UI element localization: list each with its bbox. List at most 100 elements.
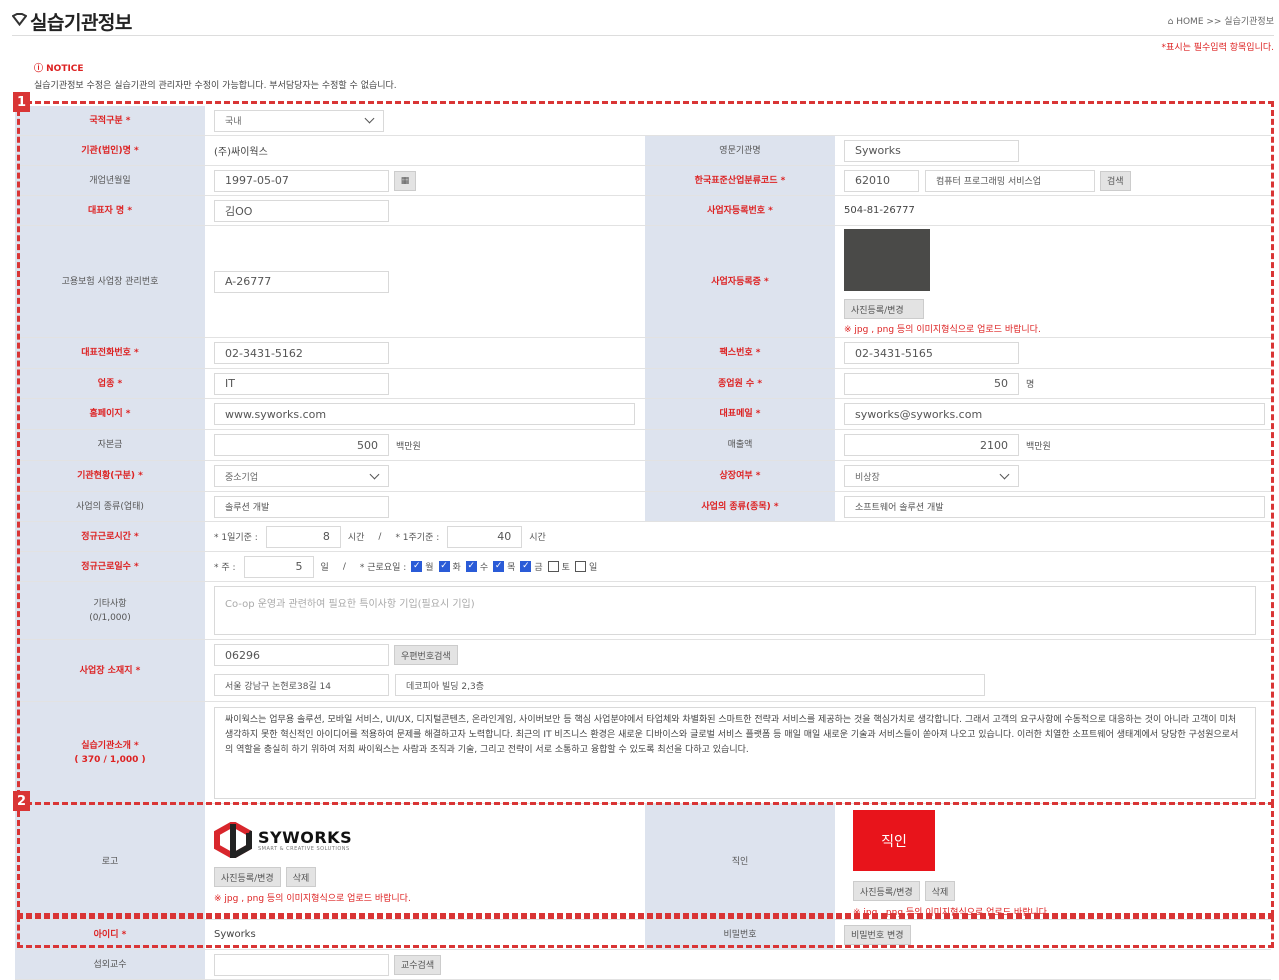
week-days-input[interactable]: 5 (243, 555, 314, 578)
employees-cell: 50 명 (835, 369, 1271, 399)
seal-cell: 직인 사진등록/변경 삭제 ※ jpg , png 등의 이미지형식으로 업로드… (835, 804, 1271, 920)
org-status-select[interactable]: 중소기업 (214, 465, 389, 487)
checkbox-sun[interactable] (574, 561, 586, 572)
page-header: 실습기관정보 ⌂ HOME >> 실습기관정보 (12, 6, 1274, 36)
daily-hours-label: * 1일기준 : (214, 533, 258, 543)
biz-category-cell: 솔루션 개발 (205, 492, 645, 522)
intro-textarea[interactable]: 싸이웍스는 업무용 솔루션, 모바일 서비스, UI/UX, 디지털콘텐츠, 온… (214, 706, 1256, 799)
weekly-hours-label: * 1주기준 : (395, 533, 440, 543)
etc-cell: Co-op 운영과 관련하여 필요한 특이사항 기입(필요시 기입) (205, 582, 1271, 640)
address-input[interactable]: 서울 강남구 논현로38길 14 (214, 674, 389, 696)
insurance-no-input[interactable]: A-26777 (214, 270, 389, 293)
label-seal: 직인 (645, 804, 835, 920)
checkbox-mon[interactable] (411, 561, 423, 572)
ceo-input[interactable]: 김OO (214, 199, 389, 222)
label-business-type: 업종 * (15, 369, 205, 399)
fax-input[interactable]: 02-3431-5165 (844, 342, 1019, 364)
logo-text: SYWORKS (258, 827, 353, 847)
capital-cell: 500 백만원 (205, 430, 645, 461)
checkbox-fri[interactable] (520, 561, 532, 572)
label-fax: 팩스번호 * (645, 338, 835, 369)
homepage-input[interactable]: www.syworks.com (214, 403, 635, 425)
biz-cert-cell: 사진등록/변경 ※ jpg , png 등의 이미지형식으로 업로드 바랍니다. (835, 226, 1271, 338)
label-org-status: 기관현황(구분) * (15, 461, 205, 492)
workday-label: * 근로요일 : (359, 563, 407, 573)
biz-cert-image (844, 229, 930, 291)
capital-unit: 백만원 (396, 441, 421, 452)
label-biz-cert: 사업자등록증 * (645, 226, 835, 338)
business-type-input[interactable]: IT (214, 372, 389, 395)
logo-upload-button[interactable]: 사진등록/변경 (214, 867, 281, 887)
biz-category-input[interactable]: 솔루션 개발 (214, 495, 389, 518)
work-hours-cell: * 1일기준 : 8 시간 / * 1주기준 : 40 시간 (205, 522, 1271, 552)
eng-name-cell: Syworks (835, 136, 1271, 166)
daily-hours-input[interactable]: 8 (265, 525, 341, 548)
required-note: *표시는 필수입력 항목입니다. (1161, 43, 1274, 53)
logo-delete-button[interactable]: 삭제 (285, 867, 317, 887)
weekly-hours-unit: 시간 (529, 533, 546, 543)
employees-input[interactable]: 50 (844, 372, 1019, 395)
address-detail-input[interactable]: 데코피아 빌딩 2,3층 (395, 674, 985, 696)
etc-textarea[interactable]: Co-op 운영과 관련하여 필요한 특이사항 기입(필요시 기입) (214, 586, 1256, 635)
org-name-value: (주)싸이웍스 (214, 147, 268, 158)
professor-input[interactable] (214, 953, 389, 976)
notice-text: 실습기관정보 수정은 실습기관의 관리자만 수정이 가능합니다. 부서담당자는 … (34, 81, 397, 91)
seal-image: 직인 (853, 810, 935, 871)
checkbox-sat[interactable] (547, 561, 559, 572)
annotation-marker-2: 2 (13, 791, 30, 811)
biz-cert-upload-button[interactable]: 사진등록/변경 (844, 299, 924, 319)
label-work-hours: 정규근로시간 * (15, 522, 205, 552)
notice-title: ⓘ NOTICE (34, 64, 84, 74)
checkbox-thu[interactable] (493, 561, 505, 572)
password-change-button[interactable]: 비밀번호 변경 (844, 924, 911, 945)
annotation-marker-1: 1 (13, 92, 30, 112)
homepage-cell: www.syworks.com (205, 399, 645, 430)
founded-date-input[interactable]: 1997-05-07 (214, 169, 389, 192)
weekly-hours-input[interactable]: 40 (447, 525, 523, 548)
sales-input[interactable]: 2100 (844, 434, 1019, 456)
zip-search-button[interactable]: 우편번호검색 (394, 645, 458, 665)
zip-input[interactable]: 06296 (214, 644, 389, 666)
eng-name-input[interactable]: Syworks (844, 139, 1019, 162)
sales-cell: 2100 백만원 (835, 430, 1271, 461)
sales-unit: 백만원 (1026, 441, 1051, 452)
label-biz-category: 사업의 종류(업태) (15, 492, 205, 522)
email-cell: syworks@syworks.com (835, 399, 1271, 430)
label-sales: 매출액 (645, 430, 835, 461)
biz-item-input[interactable]: 소프트웨어 솔루션 개발 (844, 495, 1265, 518)
separator: / (342, 561, 346, 572)
employees-unit: 명 (1026, 380, 1035, 390)
checkbox-sat-label: 토 (561, 563, 570, 573)
seal-buttons: 사진등록/변경 삭제 (848, 881, 1271, 901)
professor-cell: 교수검색 (205, 950, 1271, 980)
syworks-logo-icon (214, 822, 252, 858)
label-capital: 자본금 (15, 430, 205, 461)
calendar-button[interactable]: ▦ (394, 170, 416, 191)
logo-buttons: 사진등록/변경 삭제 (209, 867, 645, 887)
breadcrumb[interactable]: ⌂ HOME >> 실습기관정보 (1168, 14, 1274, 27)
checkbox-tue-label: 화 (452, 563, 461, 573)
email-input[interactable]: syworks@syworks.com (844, 403, 1265, 425)
checkbox-tue[interactable] (438, 561, 450, 572)
fax-cell: 02-3431-5165 (835, 338, 1271, 369)
industry-search-button[interactable]: 검색 (1100, 170, 1131, 191)
seal-delete-button[interactable]: 삭제 (924, 881, 956, 901)
industry-name-input[interactable]: 컴퓨터 프로그래밍 서비스업 (925, 169, 1095, 192)
seal-upload-button[interactable]: 사진등록/변경 (853, 881, 920, 901)
org-status-cell: 중소기업 (205, 461, 645, 492)
checkbox-wed[interactable] (465, 561, 477, 572)
label-listed: 상장여부 * (645, 461, 835, 492)
checkbox-thu-label: 목 (507, 563, 516, 573)
industry-code-input[interactable]: 62010 (844, 169, 919, 192)
listed-select[interactable]: 비상장 (844, 465, 1019, 487)
professor-search-button[interactable]: 교수검색 (394, 954, 442, 975)
user-id-value: Syworks (214, 929, 256, 940)
phone-cell: 02-3431-5162 (205, 338, 645, 369)
logo-warning: ※ jpg , png 등의 이미지형식으로 업로드 바랍니다. (214, 894, 411, 904)
calendar-icon: ▦ (400, 175, 410, 186)
nationality-select[interactable]: 국내 (214, 109, 384, 132)
biz-item-cell: 소프트웨어 솔루션 개발 (835, 492, 1271, 522)
capital-input[interactable]: 500 (214, 434, 389, 456)
separator: / (378, 531, 382, 542)
phone-input[interactable]: 02-3431-5162 (214, 342, 389, 364)
